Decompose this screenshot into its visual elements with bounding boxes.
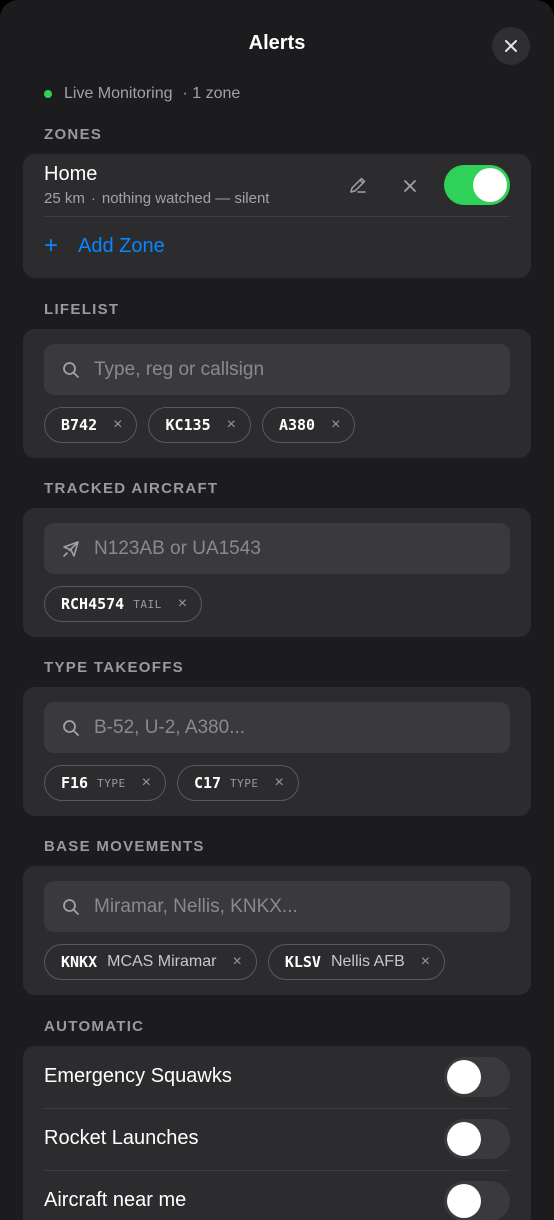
auto-row-label: Rocket Launches bbox=[44, 1127, 199, 1149]
zone-toggle[interactable] bbox=[444, 165, 510, 205]
zone-row-home[interactable]: Home 25 km · nothing watched — silent bbox=[23, 154, 531, 216]
chip-b742[interactable]: B742 × bbox=[44, 407, 138, 443]
chip-code: KNKX bbox=[61, 953, 98, 971]
auto-row-rocket-launches: Rocket Launches bbox=[23, 1108, 531, 1170]
section-label-tracked: TRACKED AIRCRAFT bbox=[44, 480, 219, 497]
automatic-card: Emergency Squawks Rocket Launches Aircra… bbox=[23, 1046, 531, 1220]
remove-chip-icon[interactable]: × bbox=[227, 416, 236, 434]
chip-description: Nellis AFB bbox=[330, 953, 405, 970]
emergency-squawks-toggle[interactable] bbox=[444, 1057, 510, 1097]
plus-icon: + bbox=[44, 232, 59, 259]
auto-row-aircraft-near-me: Aircraft near me bbox=[23, 1170, 531, 1220]
edit-zone-button[interactable] bbox=[343, 170, 373, 200]
zones-card: Home 25 km · nothing watched — silent + bbox=[23, 154, 531, 278]
chip-tag: TAIL bbox=[133, 597, 162, 611]
tracked-search-input[interactable] bbox=[94, 537, 494, 560]
lifelist-card: B742 × KC135 × A380 × bbox=[23, 329, 531, 458]
aircraft-near-me-toggle[interactable] bbox=[444, 1181, 510, 1220]
toggle-knob bbox=[447, 1122, 481, 1156]
search-icon bbox=[62, 719, 80, 737]
takeoffs-card: F16 TYPE × C17 TYPE × bbox=[23, 687, 531, 816]
pencil-icon bbox=[350, 177, 366, 193]
section-label-takeoffs: TYPE TAKEOFFS bbox=[44, 659, 184, 676]
remove-chip-icon[interactable]: × bbox=[113, 416, 122, 434]
tracked-search[interactable] bbox=[44, 523, 510, 574]
lifelist-search[interactable] bbox=[44, 344, 510, 395]
toggle-knob bbox=[447, 1184, 481, 1218]
remove-chip-icon[interactable]: × bbox=[421, 953, 430, 971]
toggle-knob bbox=[473, 168, 507, 202]
add-zone-button[interactable]: + Add Zone bbox=[44, 234, 165, 258]
zone-count: · 1 zone bbox=[182, 85, 241, 102]
remove-chip-icon[interactable]: × bbox=[142, 774, 151, 792]
lifelist-search-input[interactable] bbox=[94, 358, 494, 381]
chip-code: B742 bbox=[61, 416, 98, 434]
zone-separator: · bbox=[90, 190, 96, 207]
auto-row-emergency-squawks: Emergency Squawks bbox=[23, 1046, 531, 1108]
close-icon bbox=[505, 40, 517, 52]
section-label-automatic: AUTOMATIC bbox=[44, 1018, 145, 1035]
section-label-lifelist: LIFELIST bbox=[44, 301, 120, 318]
chip-description: MCAS Miramar bbox=[107, 953, 217, 970]
tracked-chips: RCH4574 TAIL × bbox=[44, 586, 203, 622]
takeoffs-search[interactable] bbox=[44, 702, 510, 753]
takeoffs-search-input[interactable] bbox=[94, 716, 494, 739]
delete-zone-button[interactable] bbox=[395, 171, 425, 201]
chip-code: A380 bbox=[278, 416, 316, 434]
remove-chip-icon[interactable]: × bbox=[331, 416, 340, 434]
chip-tag: TYPE bbox=[230, 776, 259, 790]
live-dot-icon bbox=[44, 90, 52, 98]
tracked-card: RCH4574 TAIL × bbox=[23, 508, 531, 637]
bases-search-input[interactable] bbox=[94, 895, 494, 918]
lifelist-chips: B742 × KC135 × A380 × bbox=[44, 407, 356, 443]
chip-klsv[interactable]: KLSV Nellis AFB × bbox=[267, 944, 446, 980]
auto-row-label: Emergency Squawks bbox=[44, 1065, 232, 1087]
bases-card: KNKX MCAS Miramar × KLSV Nellis AFB × bbox=[23, 866, 531, 995]
section-label-zones: ZONES bbox=[44, 126, 103, 143]
chip-rch4574[interactable]: RCH4574 TAIL × bbox=[44, 586, 203, 622]
remove-chip-icon[interactable]: × bbox=[275, 774, 284, 792]
chip-knkx[interactable]: KNKX MCAS Miramar × bbox=[44, 944, 257, 980]
chip-code: F16 bbox=[61, 774, 89, 792]
bases-search[interactable] bbox=[44, 881, 510, 932]
zone-summary: 25 km · nothing watched — silent bbox=[44, 190, 269, 207]
zone-name: Home bbox=[44, 163, 98, 185]
remove-chip-icon[interactable]: × bbox=[232, 953, 241, 971]
zone-detail: nothing watched — silent bbox=[101, 190, 270, 207]
auto-row-label: Aircraft near me bbox=[44, 1189, 187, 1211]
remove-chip-icon[interactable]: × bbox=[178, 595, 187, 613]
header: Alerts bbox=[0, 0, 554, 88]
zone-radius: 25 km bbox=[44, 190, 85, 207]
close-icon bbox=[404, 180, 416, 192]
divider bbox=[44, 216, 510, 217]
toggle-knob bbox=[447, 1060, 481, 1094]
add-zone-label: Add Zone bbox=[78, 234, 165, 257]
chip-tag: TYPE bbox=[97, 776, 126, 790]
bases-chips: KNKX MCAS Miramar × KLSV Nellis AFB × bbox=[44, 944, 446, 980]
chip-code: RCH4574 bbox=[61, 595, 125, 613]
search-icon bbox=[62, 361, 80, 379]
page-title: Alerts bbox=[248, 32, 306, 54]
chip-code: KC135 bbox=[165, 416, 211, 434]
chip-code: KLSV bbox=[284, 953, 321, 971]
chip-a380[interactable]: A380 × bbox=[261, 407, 356, 443]
chip-code: C17 bbox=[193, 774, 222, 792]
search-icon bbox=[62, 898, 80, 916]
rocket-launches-toggle[interactable] bbox=[444, 1119, 510, 1159]
chip-kc135[interactable]: KC135 × bbox=[148, 407, 251, 443]
chip-c17[interactable]: C17 TYPE × bbox=[176, 765, 299, 801]
airplane-icon bbox=[62, 540, 80, 558]
takeoffs-chips: F16 TYPE × C17 TYPE × bbox=[44, 765, 299, 801]
live-status: Live Monitoring · 1 zone bbox=[44, 85, 240, 103]
section-label-bases: BASE MOVEMENTS bbox=[44, 838, 205, 855]
close-button[interactable] bbox=[492, 27, 530, 65]
live-status-text: Live Monitoring bbox=[64, 85, 173, 102]
alerts-sheet: Alerts Live Monitoring · 1 zone ZONES Ho… bbox=[0, 0, 554, 1220]
chip-f16[interactable]: F16 TYPE × bbox=[44, 765, 166, 801]
